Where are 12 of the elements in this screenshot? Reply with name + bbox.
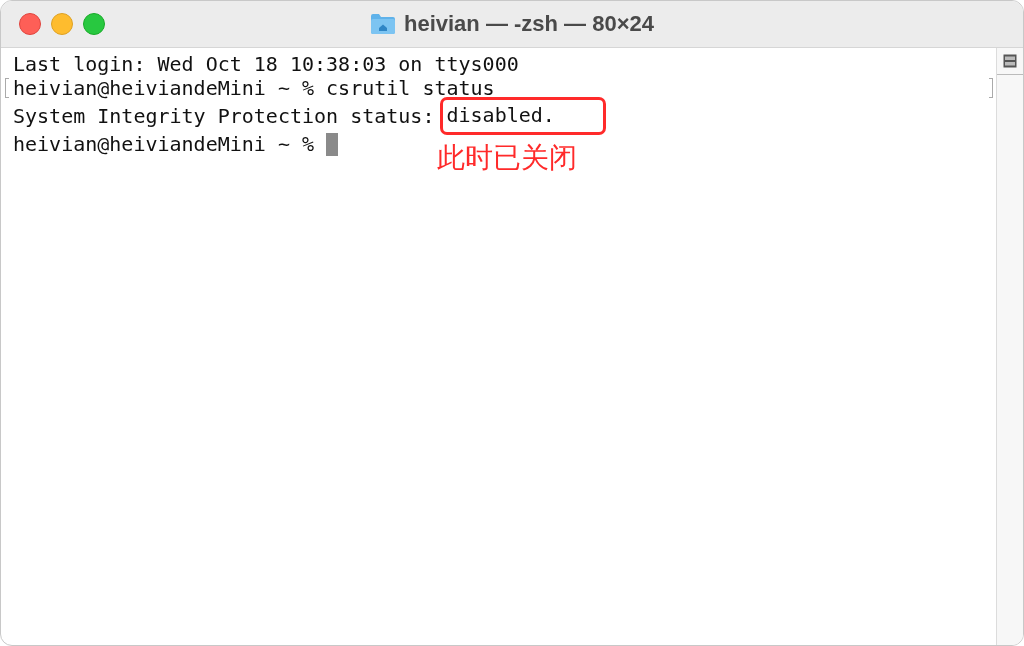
- terminal-line: heivian@heiviandeMini ~ %: [13, 132, 316, 156]
- terminal-line: heivian@heiviandeMini ~ % csrutil status: [13, 76, 495, 100]
- close-button[interactable]: [19, 13, 41, 35]
- mark-bracket: [989, 78, 993, 98]
- annotation-note: 此时已关闭: [437, 142, 578, 174]
- folder-icon: [369, 13, 396, 35]
- terminal-line: System Integrity Protection status:: [13, 104, 436, 128]
- zoom-button[interactable]: [83, 13, 105, 35]
- minimize-button[interactable]: [51, 13, 73, 35]
- terminal-line: Last login: Wed Oct 18 10:38:03 on ttys000: [13, 52, 519, 76]
- window-title: heivian — -zsh — 80×24: [403, 11, 654, 37]
- split-pane-icon: [1003, 54, 1017, 68]
